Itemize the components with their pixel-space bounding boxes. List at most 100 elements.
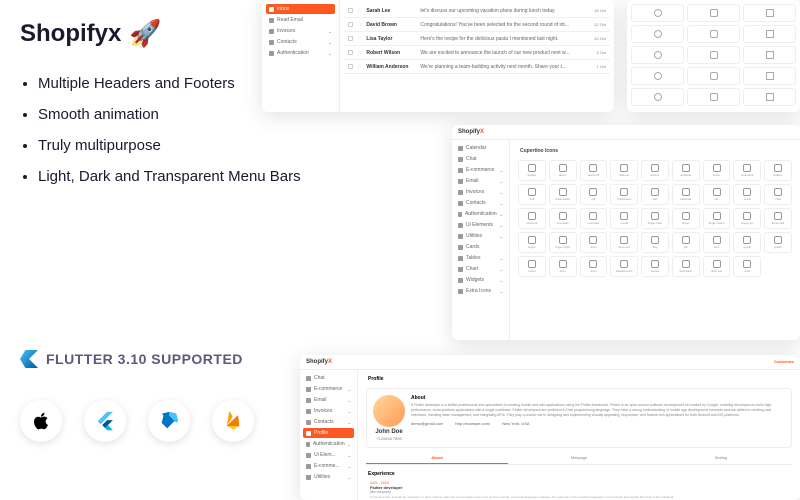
icon-cell-drop[interactable]: drop xyxy=(580,232,608,253)
icon-cell-back[interactable]: back xyxy=(703,160,731,181)
checkbox[interactable] xyxy=(348,64,353,69)
shape-cell[interactable] xyxy=(631,4,684,22)
icon-cell-albums[interactable]: albums xyxy=(610,160,638,181)
tab-about[interactable]: About xyxy=(366,452,508,464)
icon-cell-compass[interactable]: compass xyxy=(549,208,577,229)
icon-cell-drop[interactable]: drop xyxy=(580,256,608,277)
sidebar-item[interactable]: Chat xyxy=(455,154,506,164)
email-row[interactable]: ☆Lisa TaylorHere's the recipe for the de… xyxy=(344,32,610,46)
shape-cell[interactable] xyxy=(631,46,684,64)
icon-cell-graph[interactable]: graph xyxy=(733,232,761,253)
icon-cell-alarm-fill[interactable]: alarm-fill xyxy=(580,160,608,181)
sidebar-item[interactable]: Utilities⌄ xyxy=(455,231,506,241)
icon-cell-keyboard[interactable]: keyboard xyxy=(672,256,700,277)
icon-cell-graph[interactable]: graph xyxy=(764,232,792,253)
email-row[interactable]: ☆David BrownCongratulations! You've been… xyxy=(344,18,610,32)
shape-cell[interactable] xyxy=(631,25,684,43)
sidebar-item[interactable]: Tables⌄ xyxy=(455,253,506,263)
icon-cell-anchor[interactable]: anchor xyxy=(641,160,669,181)
star-icon[interactable]: ☆ xyxy=(357,35,362,42)
sidebar-item[interactable]: Email⌄ xyxy=(303,395,354,405)
icon-cell-headphones[interactable]: headphones xyxy=(610,256,638,277)
star-icon[interactable]: ☆ xyxy=(357,21,362,28)
icon-cell-drop-out[interactable]: drop-out xyxy=(703,256,731,277)
icon-cell-gift[interactable]: gift xyxy=(672,232,700,253)
shape-cell[interactable] xyxy=(743,46,796,64)
sidebar-item[interactable]: E-commerce⌄ xyxy=(455,165,506,175)
shape-cell[interactable] xyxy=(743,67,796,85)
icon-cell-airplane[interactable]: airplane xyxy=(672,160,700,181)
email-row[interactable]: ☆William AndersonWe're planning a team-b… xyxy=(344,60,610,74)
shape-cell[interactable] xyxy=(743,25,796,43)
icon-cell-drop[interactable]: drop xyxy=(549,256,577,277)
icon-cell-bell[interactable]: bell xyxy=(518,184,546,205)
email-row[interactable]: ☆Sarah Leelet's discuss our upcoming vac… xyxy=(344,4,610,18)
sidebar-item[interactable]: Chart⌄ xyxy=(455,264,506,274)
customize-badge[interactable]: Customize xyxy=(774,359,794,364)
sidebar-item[interactable]: Calendar xyxy=(455,143,506,153)
icon-cell-house[interactable]: house xyxy=(641,256,669,277)
icon-cell-drop-out[interactable]: drop-out xyxy=(610,232,638,253)
sidebar-item[interactable]: Authentication⌄ xyxy=(455,209,506,219)
icon-cell-calendar[interactable]: calendar xyxy=(672,184,700,205)
checkbox[interactable] xyxy=(348,36,353,41)
shape-cell[interactable] xyxy=(687,25,740,43)
icon-cell-finger[interactable]: finger xyxy=(518,232,546,253)
icon-cell-bookmarks[interactable]: bookmarks xyxy=(549,184,577,205)
sidebar-item-read[interactable]: Read Email xyxy=(266,15,335,25)
icon-cell-finger-helix[interactable]: finger-helix xyxy=(641,208,669,229)
sidebar-item[interactable]: Cards xyxy=(455,242,506,252)
icon-cell-finger-left[interactable]: finger-left xyxy=(764,208,792,229)
icon-cell-alarm[interactable]: alarm xyxy=(549,160,577,181)
icon-cell-moon[interactable]: moon xyxy=(518,256,546,277)
icon-cell-car[interactable]: car xyxy=(703,184,731,205)
sidebar-item[interactable]: Authentication⌄ xyxy=(303,439,354,449)
icon-cell-credit[interactable]: credit xyxy=(610,208,638,229)
sidebar-item[interactable]: E-comme...⌄ xyxy=(303,461,354,471)
star-icon[interactable]: ☆ xyxy=(357,63,362,70)
sidebar-item-invoices[interactable]: Invoices⌄ xyxy=(266,26,335,36)
star-icon[interactable]: ☆ xyxy=(357,49,362,56)
checkbox[interactable] xyxy=(348,8,353,13)
sidebar-item[interactable]: Ui Elements⌄ xyxy=(455,220,506,230)
icon-cell-battery[interactable]: battery xyxy=(764,160,792,181)
checkbox[interactable] xyxy=(348,22,353,27)
sidebar-item-auth[interactable]: Authentication⌄ xyxy=(266,48,335,58)
sidebar-item-inbox[interactable]: Inbox xyxy=(266,4,335,14)
icon-cell-gift[interactable]: gift xyxy=(580,184,608,205)
sidebar-item[interactable]: E-commerce⌄ xyxy=(303,384,354,394)
tab-message[interactable]: Message xyxy=(508,452,650,464)
shape-cell[interactable] xyxy=(687,4,740,22)
sidebar-item[interactable]: Invoices⌄ xyxy=(303,406,354,416)
shape-cell[interactable] xyxy=(631,67,684,85)
sidebar-item[interactable]: Contacts⌄ xyxy=(455,198,506,208)
icon-cell-cart[interactable]: cart xyxy=(641,184,669,205)
tab-setting[interactable]: Setting xyxy=(650,452,792,464)
sidebar-item[interactable]: Contacts⌄ xyxy=(303,417,354,427)
icon-cell-business[interactable]: business xyxy=(733,160,761,181)
shape-cell[interactable] xyxy=(743,4,796,22)
shape-cell[interactable] xyxy=(687,46,740,64)
sidebar-item[interactable]: Widgets⌄ xyxy=(455,275,506,285)
icon-cell-brightness[interactable]: brightness xyxy=(610,184,638,205)
sidebar-item[interactable]: Profile xyxy=(303,428,354,438)
icon-cell-finger-up[interactable]: finger-up xyxy=(733,208,761,229)
sidebar-item[interactable]: Utilities⌄ xyxy=(303,472,354,482)
shape-cell[interactable] xyxy=(743,88,796,106)
icon-cell-clock[interactable]: clock xyxy=(733,184,761,205)
sidebar-item[interactable]: Ui Elem...⌄ xyxy=(303,450,354,460)
icon-cell-sort[interactable]: sort xyxy=(703,232,731,253)
shape-cell[interactable] xyxy=(631,88,684,106)
icon-cell-chat[interactable]: chat xyxy=(764,184,792,205)
icon-cell-scissors[interactable]: scissors xyxy=(518,208,546,229)
email-row[interactable]: ☆Robert WilsonWe are excited to announce… xyxy=(344,46,610,60)
shape-cell[interactable] xyxy=(687,88,740,106)
sidebar-item[interactable]: Extra Icons⌄ xyxy=(455,286,506,296)
star-icon[interactable]: ☆ xyxy=(357,7,362,14)
sidebar-item[interactable]: Invoices⌄ xyxy=(455,187,506,197)
icon-cell-lock[interactable]: lock xyxy=(733,256,761,277)
icon-cell-finger[interactable]: finger xyxy=(672,208,700,229)
sidebar-item[interactable]: Chat xyxy=(303,373,354,383)
icon-cell-compass[interactable]: compass xyxy=(580,208,608,229)
icon-cell-finger-down[interactable]: finger-down xyxy=(703,208,731,229)
